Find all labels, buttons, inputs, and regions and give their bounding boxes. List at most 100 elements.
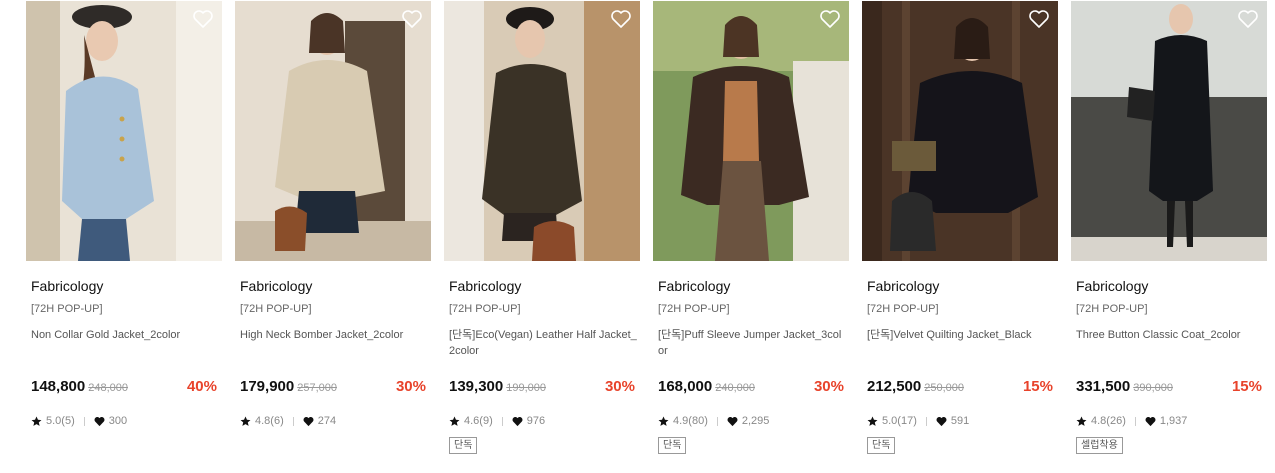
discount-rate: 30% <box>813 378 844 395</box>
product-badge: 단독 <box>658 437 687 454</box>
star-icon <box>240 416 251 426</box>
brand-name[interactable]: Fabricology <box>31 278 103 294</box>
product-card[interactable]: Fabricology [72H POP-UP] Non Collar Gold… <box>26 1 222 471</box>
discount-rate: 40% <box>186 378 217 395</box>
product-image[interactable] <box>235 1 431 261</box>
price-row: 168,000 240,000 30% <box>658 378 844 398</box>
rating-text: 5.0(5) <box>46 415 75 427</box>
divider <box>501 416 503 426</box>
price-row: 148,800 248,000 40% <box>31 378 217 398</box>
product-image[interactable] <box>1071 1 1267 261</box>
promo-tag: [72H POP-UP] <box>31 303 103 315</box>
promo-tag: [72H POP-UP] <box>867 303 939 315</box>
product-meta: 5.0(17) 591 <box>867 413 969 429</box>
original-price: 248,000 <box>88 382 128 394</box>
star-icon <box>449 416 460 426</box>
product-photo <box>1071 1 1267 261</box>
product-card[interactable]: Fabricology [72H POP-UP] [단독]Eco(Vegan) … <box>444 1 640 471</box>
product-badge: 단독 <box>867 437 896 454</box>
divider <box>925 416 927 426</box>
divider <box>83 416 85 426</box>
price-row: 179,900 257,000 30% <box>240 378 426 398</box>
heart-filled-icon <box>1145 416 1156 426</box>
heart-filled-icon <box>936 416 947 426</box>
sale-price: 139,300 <box>449 378 504 395</box>
star-icon <box>658 416 669 426</box>
original-price: 257,000 <box>297 382 337 394</box>
heart-filled-icon <box>512 416 523 426</box>
likes-count: 1,937 <box>1159 415 1188 427</box>
product-photo <box>26 1 222 261</box>
brand-name[interactable]: Fabricology <box>867 278 939 294</box>
product-name[interactable]: [단독]Eco(Vegan) Leather Half Jacket_2colo… <box>449 327 637 359</box>
promo-tag: [72H POP-UP] <box>658 303 730 315</box>
product-name[interactable]: [단독]Puff Sleeve Jumper Jacket_3color <box>658 327 846 359</box>
product-meta: 4.8(6) 274 <box>240 413 336 429</box>
price-row: 331,500 390,000 15% <box>1076 378 1262 398</box>
brand-name[interactable]: Fabricology <box>449 278 521 294</box>
heart-filled-icon <box>303 416 314 426</box>
price-row: 139,300 199,000 30% <box>449 378 635 398</box>
brand-name[interactable]: Fabricology <box>658 278 730 294</box>
product-photo <box>235 1 431 261</box>
product-name[interactable]: High Neck Bomber Jacket_2color <box>240 327 428 343</box>
heart-outline-icon[interactable] <box>192 9 214 29</box>
product-image[interactable] <box>653 1 849 261</box>
likes-count: 976 <box>526 415 546 427</box>
divider <box>716 416 718 426</box>
product-name[interactable]: Three Button Classic Coat_2color <box>1076 327 1264 343</box>
product-badge: 셀럽착용 <box>1076 437 1123 454</box>
product-name[interactable]: Non Collar Gold Jacket_2color <box>31 327 219 343</box>
heart-outline-icon[interactable] <box>819 9 841 29</box>
product-meta: 4.9(80) 2,295 <box>658 413 769 429</box>
star-icon <box>31 416 42 426</box>
product-card[interactable]: Fabricology [72H POP-UP] [단독]Puff Sleeve… <box>653 1 849 471</box>
discount-rate: 30% <box>395 378 426 395</box>
sale-price: 179,900 <box>240 378 295 395</box>
likes-count: 2,295 <box>741 415 770 427</box>
product-badge: 단독 <box>449 437 478 454</box>
sale-price: 168,000 <box>658 378 713 395</box>
product-meta: 5.0(5) 300 <box>31 413 127 429</box>
product-image[interactable] <box>444 1 640 261</box>
discount-rate: 15% <box>1022 378 1053 395</box>
heart-outline-icon[interactable] <box>1028 9 1050 29</box>
brand-name[interactable]: Fabricology <box>240 278 312 294</box>
product-photo <box>653 1 849 261</box>
price-row: 212,500 250,000 15% <box>867 378 1053 398</box>
likes-count: 274 <box>317 415 337 427</box>
rating-text: 4.8(6) <box>255 415 284 427</box>
original-price: 390,000 <box>1133 382 1173 394</box>
star-icon <box>867 416 878 426</box>
original-price: 250,000 <box>924 382 964 394</box>
rating-text: 4.9(80) <box>673 415 708 427</box>
likes-count: 300 <box>108 415 128 427</box>
heart-filled-icon <box>727 416 738 426</box>
heart-outline-icon[interactable] <box>401 9 423 29</box>
brand-name[interactable]: Fabricology <box>1076 278 1148 294</box>
rating-text: 5.0(17) <box>882 415 917 427</box>
product-card[interactable]: Fabricology [72H POP-UP] Three Button Cl… <box>1071 1 1267 471</box>
divider <box>1134 416 1136 426</box>
product-name[interactable]: [단독]Velvet Quilting Jacket_Black <box>867 327 1055 343</box>
divider <box>292 416 294 426</box>
product-image[interactable] <box>26 1 222 261</box>
heart-outline-icon[interactable] <box>610 9 632 29</box>
sale-price: 212,500 <box>867 378 922 395</box>
product-photo <box>444 1 640 261</box>
product-meta: 4.6(9) 976 <box>449 413 545 429</box>
product-photo <box>862 1 1058 261</box>
heart-filled-icon <box>94 416 105 426</box>
discount-rate: 30% <box>604 378 635 395</box>
product-card[interactable]: Fabricology [72H POP-UP] High Neck Bombe… <box>235 1 431 471</box>
promo-tag: [72H POP-UP] <box>240 303 312 315</box>
likes-count: 591 <box>950 415 970 427</box>
heart-outline-icon[interactable] <box>1237 9 1259 29</box>
product-meta: 4.8(26) 1,937 <box>1076 413 1187 429</box>
rating-text: 4.6(9) <box>464 415 493 427</box>
promo-tag: [72H POP-UP] <box>1076 303 1148 315</box>
rating-text: 4.8(26) <box>1091 415 1126 427</box>
discount-rate: 15% <box>1231 378 1262 395</box>
product-card[interactable]: Fabricology [72H POP-UP] [단독]Velvet Quil… <box>862 1 1058 471</box>
product-image[interactable] <box>862 1 1058 261</box>
